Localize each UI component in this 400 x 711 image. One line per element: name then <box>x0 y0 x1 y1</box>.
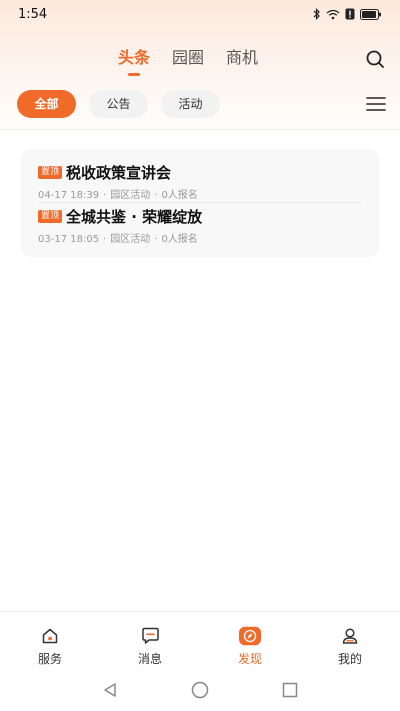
filter-chip-all[interactable]: 全部 <box>17 90 76 118</box>
meta-separator: · <box>103 234 107 245</box>
news-category: 园区活动 <box>110 190 151 201</box>
card-divider <box>38 202 362 203</box>
search-icon[interactable] <box>364 48 386 70</box>
bottom-nav-service[interactable]: 服务 <box>0 612 100 669</box>
news-date: 03-17 18:05 <box>38 234 100 245</box>
news-title: 税收政策宣讲会 <box>66 163 172 182</box>
meta-separator: · <box>154 190 158 201</box>
news-signups: 0人报名 <box>161 190 198 201</box>
home-icon <box>39 625 61 647</box>
menu-icon[interactable] <box>366 96 386 112</box>
filter-row: 全部 公告 活动 <box>0 88 400 122</box>
tab-community[interactable]: 园圈 <box>172 42 204 74</box>
meta-separator: · <box>103 190 107 201</box>
bottom-nav-label: 我的 <box>337 652 362 666</box>
bottom-nav-discover[interactable]: 发现 <box>200 612 300 669</box>
news-date: 04-17 18:39 <box>38 190 100 201</box>
recents-icon[interactable] <box>279 679 301 701</box>
message-icon <box>139 625 161 647</box>
home-circle-icon[interactable] <box>189 679 211 701</box>
news-item[interactable]: 置顶 税收政策宣讲会 04-17 18:39 · 园区活动 · 0人报名 <box>38 162 362 201</box>
tab-headlines[interactable]: 头条 <box>118 42 150 74</box>
news-category: 园区活动 <box>110 234 151 245</box>
top-nav: 头条 园圈 商机 <box>0 42 400 78</box>
news-meta: 03-17 18:05 · 园区活动 · 0人报名 <box>38 230 362 245</box>
bottom-nav-label: 发现 <box>237 652 262 666</box>
nav-tabs: 头条 园圈 商机 <box>118 42 258 74</box>
battery-icon <box>360 8 381 20</box>
system-nav-bar <box>0 669 400 711</box>
status-time: 1:54 <box>18 6 48 22</box>
news-item[interactable]: 置顶 全城共鉴 · 荣耀绽放 03-17 18:05 · 园区活动 · 0人报名 <box>38 206 362 245</box>
bottom-nav-messages[interactable]: 消息 <box>100 612 200 669</box>
status-bar: 1:54 <box>0 0 400 28</box>
pinned-badge: 置顶 <box>38 209 63 223</box>
tab-business[interactable]: 商机 <box>226 42 258 74</box>
status-icons <box>313 8 382 20</box>
wifi-icon <box>326 9 340 19</box>
filter-chip-notice[interactable]: 公告 <box>89 90 148 118</box>
bluetooth-icon <box>313 8 320 20</box>
news-meta: 04-17 18:39 · 园区活动 · 0人报名 <box>38 186 362 201</box>
news-signups: 0人报名 <box>161 234 198 245</box>
filter-chip-activity[interactable]: 活动 <box>161 90 220 118</box>
meta-separator: · <box>154 234 158 245</box>
bottom-nav-label: 消息 <box>137 652 162 666</box>
news-title: 全城共鉴 · 荣耀绽放 <box>66 207 203 226</box>
news-title-row: 置顶 全城共鉴 · 荣耀绽放 <box>38 206 362 226</box>
alert-icon <box>345 8 355 20</box>
news-title-row: 置顶 税收政策宣讲会 <box>38 162 362 182</box>
user-icon <box>339 625 361 647</box>
pinned-badge: 置顶 <box>38 165 63 179</box>
bottom-nav-label: 服务 <box>37 652 62 666</box>
compass-icon <box>239 625 261 647</box>
bottom-nav: 服务 消息 发现 我的 <box>0 611 400 669</box>
header-divider <box>0 129 400 130</box>
back-icon[interactable] <box>99 679 121 701</box>
bottom-nav-mine[interactable]: 我的 <box>300 612 400 669</box>
news-card: 置顶 税收政策宣讲会 04-17 18:39 · 园区活动 · 0人报名 置顶 全城共鉴… <box>21 149 379 257</box>
